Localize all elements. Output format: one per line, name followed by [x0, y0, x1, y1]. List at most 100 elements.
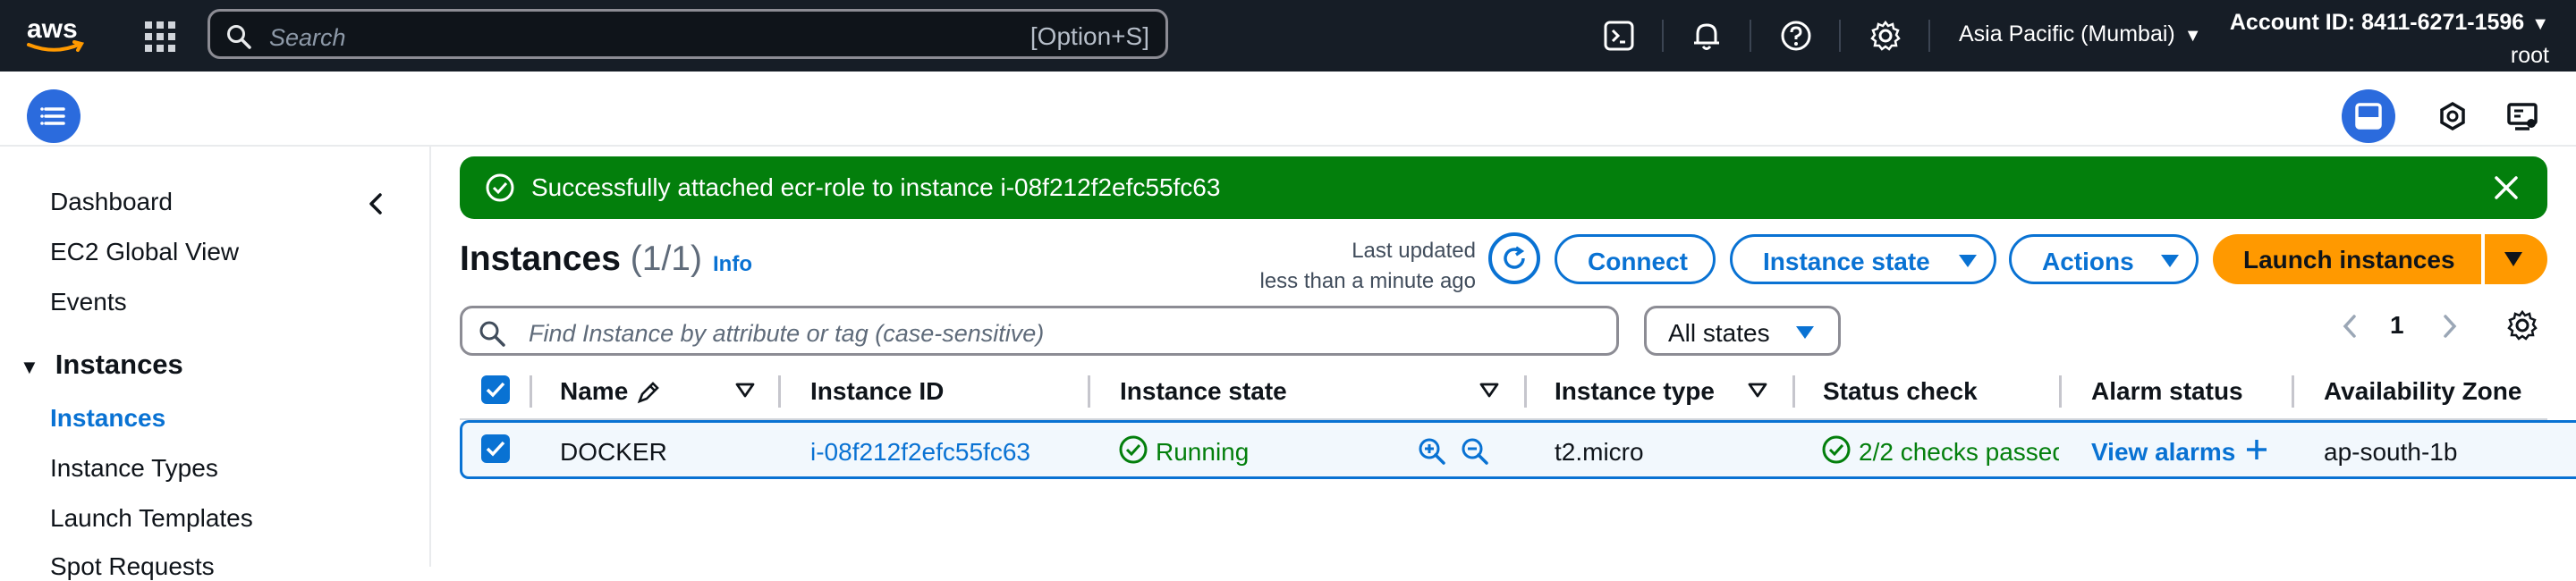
column-header-instance-type[interactable]: Instance type: [1555, 377, 1715, 406]
column-divider: [1792, 375, 1795, 408]
zoom-in-icon[interactable]: [1417, 436, 1447, 467]
account-label: Account ID: 8411-6271-1596: [2229, 10, 2525, 35]
zoom-out-icon[interactable]: [1460, 436, 1490, 467]
split-panel-button[interactable]: [2342, 89, 2395, 143]
connect-button[interactable]: Connect: [1555, 234, 1716, 284]
add-alarm-plus-icon[interactable]: [2243, 436, 2270, 463]
collapse-sidebar-icon[interactable]: [358, 186, 394, 222]
previous-page-icon[interactable]: [2336, 311, 2363, 341]
caret-down-icon: ▼: [2531, 14, 2549, 34]
select-all-checkbox[interactable]: [481, 375, 510, 404]
filter-placeholder: Find Instance by attribute or tag (case-…: [529, 320, 1045, 347]
launch-label: Launch instances: [2243, 246, 2455, 274]
column-divider: [530, 375, 532, 408]
status-check-icon: [1821, 434, 1852, 465]
sidebar-item-dashboard[interactable]: Dashboard: [50, 188, 173, 216]
page-title: Instances (1/1): [460, 240, 702, 279]
search-shortcut: [Option+S]: [1030, 22, 1149, 50]
sidebar-item-launch-templates[interactable]: Launch Templates: [50, 504, 253, 533]
sort-caret-icon[interactable]: [1479, 383, 1499, 399]
launch-dropdown-button[interactable]: [2485, 234, 2547, 284]
cloudshell-icon[interactable]: [1601, 18, 1637, 54]
search-icon: [226, 24, 251, 49]
cell-instance-state: Running: [1156, 438, 1250, 466]
expand-caret-icon: ▼: [20, 356, 39, 378]
sidebar: Dashboard EC2 Global View Events ▼ Instan…: [0, 147, 431, 580]
account-menu[interactable]: Account ID: 8411-6271-1596 ▼: [2230, 10, 2549, 36]
actions-dropdown[interactable]: Actions: [2009, 234, 2199, 284]
sidebar-item-instance-types[interactable]: Instance Types: [50, 454, 218, 483]
nav-divider: [1839, 20, 1841, 52]
sidebar-item-ec2-global-view[interactable]: EC2 Global View: [50, 238, 239, 266]
actions-label: Actions: [2042, 248, 2134, 275]
sidebar-item-spot-requests[interactable]: Spot Requests: [50, 552, 215, 581]
column-header-instance-state[interactable]: Instance state: [1120, 377, 1287, 406]
page-number[interactable]: 1: [2390, 311, 2404, 340]
help-icon[interactable]: [1778, 18, 1814, 54]
edit-pencil-icon[interactable]: [635, 379, 662, 406]
feedback-monitor-icon[interactable]: [2496, 89, 2549, 143]
last-updated-label: Last updated: [1352, 239, 1476, 263]
notifications-bell-icon[interactable]: [1689, 18, 1724, 54]
nav-divider: [1662, 20, 1664, 52]
next-page-icon[interactable]: [2436, 311, 2463, 341]
user-label: root: [2510, 43, 2549, 68]
column-header-availability-zone[interactable]: Availability Zone: [2324, 377, 2521, 406]
column-divider: [1524, 375, 1527, 408]
cell-availability-zone: ap-south-1b: [2324, 438, 2458, 466]
region-selector[interactable]: Asia Pacific (Mumbai) ▼: [1959, 21, 2202, 47]
table-settings-gear-icon[interactable]: [2504, 307, 2540, 343]
cell-instance-type: t2.micro: [1555, 438, 1644, 466]
region-label: Asia Pacific (Mumbai): [1959, 21, 2175, 46]
caret-down-icon: [1958, 253, 1978, 269]
search-placeholder: Search: [269, 24, 346, 51]
sidebar-item-events[interactable]: Events: [50, 288, 127, 316]
running-check-icon: [1118, 434, 1148, 465]
refresh-button[interactable]: [1488, 232, 1540, 284]
info-link[interactable]: Info: [713, 252, 752, 277]
aws-logo[interactable]: aws: [25, 14, 88, 55]
column-divider: [2059, 375, 2062, 408]
states-filter-select[interactable]: All states: [1644, 306, 1841, 356]
column-header-alarm-status[interactable]: Alarm status: [2091, 377, 2243, 406]
caret-down-icon: [1796, 326, 1814, 339]
settings-gear-icon[interactable]: [1868, 18, 1903, 54]
column-divider: [778, 375, 781, 408]
connect-label: Connect: [1588, 248, 1688, 275]
close-icon[interactable]: [2492, 173, 2521, 202]
column-divider: [2292, 375, 2294, 408]
caret-down-icon: [2160, 253, 2180, 269]
instance-state-dropdown[interactable]: Instance state: [1730, 234, 1996, 284]
cell-instance-id-link[interactable]: i-08f212f2efc55fc63: [810, 438, 1030, 467]
flash-message: Successfully attached ecr-role to instan…: [531, 173, 1221, 201]
column-header-instance-id[interactable]: Instance ID: [810, 377, 944, 406]
sidebar-section-instances[interactable]: ▼ Instances: [20, 349, 183, 381]
column-header-status-check[interactable]: Status check: [1823, 377, 1978, 406]
sidebar-item-instances[interactable]: Instances: [50, 404, 165, 433]
launch-instances-button[interactable]: Launch instances: [2213, 234, 2481, 284]
last-updated: Last updated less than a minute ago: [1163, 236, 1477, 297]
caret-down-icon: [2504, 252, 2522, 266]
last-updated-value: less than a minute ago: [1259, 269, 1477, 293]
search-icon: [479, 320, 505, 347]
aws-logo-text: aws: [27, 14, 78, 44]
success-check-icon: [485, 173, 515, 203]
section-label: Instances: [55, 349, 183, 380]
services-grid-icon[interactable]: [143, 20, 177, 54]
cell-status-check: 2/2 checks passed: [1859, 438, 2059, 466]
caret-down-icon: ▼: [2183, 26, 2202, 46]
sort-caret-icon[interactable]: [735, 383, 755, 399]
states-label: All states: [1668, 319, 1770, 347]
resource-explorer-icon[interactable]: [2426, 89, 2479, 143]
secondary-toolbar: [0, 72, 2576, 147]
success-flash-banner: Successfully attached ecr-role to instan…: [460, 156, 2547, 219]
column-header-name[interactable]: Name: [560, 377, 628, 406]
side-menu-button[interactable]: [27, 89, 80, 143]
search-input[interactable]: Search [Option+S]: [208, 9, 1168, 59]
view-alarms-link[interactable]: View alarms: [2091, 438, 2235, 467]
nav-divider: [1928, 20, 1930, 52]
sort-caret-icon[interactable]: [1748, 383, 1767, 399]
instance-filter-input[interactable]: Find Instance by attribute or tag (case-…: [460, 306, 1619, 356]
row-checkbox[interactable]: [481, 434, 510, 463]
instance-state-label: Instance state: [1763, 248, 1930, 275]
